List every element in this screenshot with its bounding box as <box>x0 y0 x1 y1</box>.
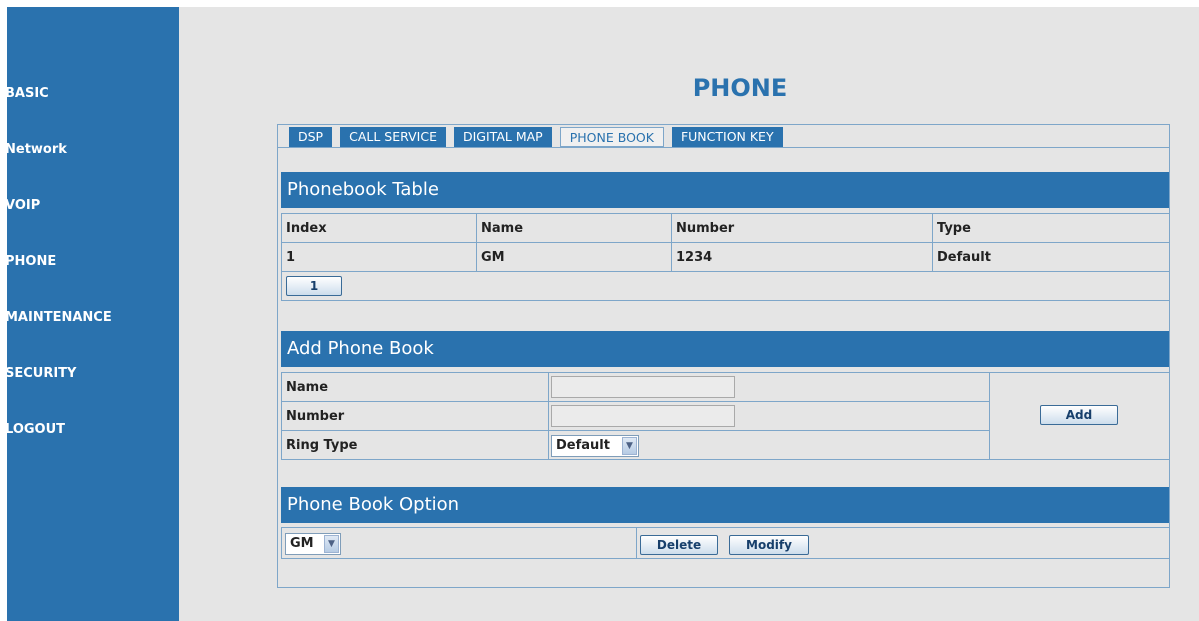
pagination-row: 1 <box>281 271 1170 301</box>
phone-book-entry-value: GM <box>290 536 314 551</box>
phone-book-option-form <box>281 527 1170 559</box>
row-type-cell: Default <box>932 242 1170 272</box>
ring-type-label: Ring Type <box>281 430 549 460</box>
tab-bar: DSP CALL SERVICE DIGITAL MAP PHONE BOOK … <box>289 127 791 147</box>
table-row: 1 GM 1234 Default <box>281 242 1170 272</box>
add-button[interactable]: Add <box>1040 405 1118 425</box>
phonebook-table: Index Name Number Type 1 GM 1234 Default… <box>281 213 1170 301</box>
name-input[interactable] <box>551 376 735 398</box>
modify-button[interactable]: Modify <box>729 535 809 555</box>
number-input[interactable] <box>551 405 735 427</box>
tab-function-key[interactable]: FUNCTION KEY <box>671 127 783 147</box>
row-index-cell: 1 <box>281 242 477 272</box>
row-name-cell: GM <box>476 242 672 272</box>
row-number-cell: 1234 <box>671 242 933 272</box>
column-header-name: Name <box>476 213 672 243</box>
sidebar-item-basic[interactable]: BASIC <box>5 86 49 101</box>
column-header-type: Type <box>932 213 1170 243</box>
table-header-row: Index Name Number Type <box>281 213 1170 243</box>
ring-type-select[interactable]: Default ▼ <box>551 435 639 457</box>
sidebar-item-logout[interactable]: LOGOUT <box>5 422 65 437</box>
chevron-down-icon: ▼ <box>324 535 339 553</box>
delete-button[interactable]: Delete <box>640 535 718 555</box>
sidebar-item-maintenance[interactable]: MAINTENANCE <box>5 310 112 325</box>
tab-call-service[interactable]: CALL SERVICE <box>340 127 446 147</box>
sidebar-item-phone[interactable]: PHONE <box>5 254 56 269</box>
tab-digital-map[interactable]: DIGITAL MAP <box>454 127 552 147</box>
column-header-number: Number <box>671 213 933 243</box>
phone-book-entry-select[interactable]: GM ▼ <box>285 533 341 555</box>
phonebook-table-header: Phonebook Table <box>281 172 1169 208</box>
sidebar-item-security[interactable]: SECURITY <box>5 366 76 381</box>
name-label: Name <box>281 372 549 402</box>
tab-phone-book[interactable]: PHONE BOOK <box>559 127 664 147</box>
ring-type-value: Default <box>556 438 610 453</box>
chevron-down-icon: ▼ <box>622 437 637 455</box>
tab-divider <box>277 147 1170 148</box>
tab-dsp[interactable]: DSP <box>289 127 333 147</box>
sidebar-item-network[interactable]: Network <box>5 142 67 157</box>
phone-book-option-header: Phone Book Option <box>281 487 1169 523</box>
sidebar-item-voip[interactable]: VOIP <box>5 198 40 213</box>
page-title: PHONE <box>692 74 788 102</box>
add-phone-book-header: Add Phone Book <box>281 331 1169 367</box>
number-label: Number <box>281 401 549 431</box>
page-1-button[interactable]: 1 <box>286 276 342 296</box>
column-header-index: Index <box>281 213 477 243</box>
